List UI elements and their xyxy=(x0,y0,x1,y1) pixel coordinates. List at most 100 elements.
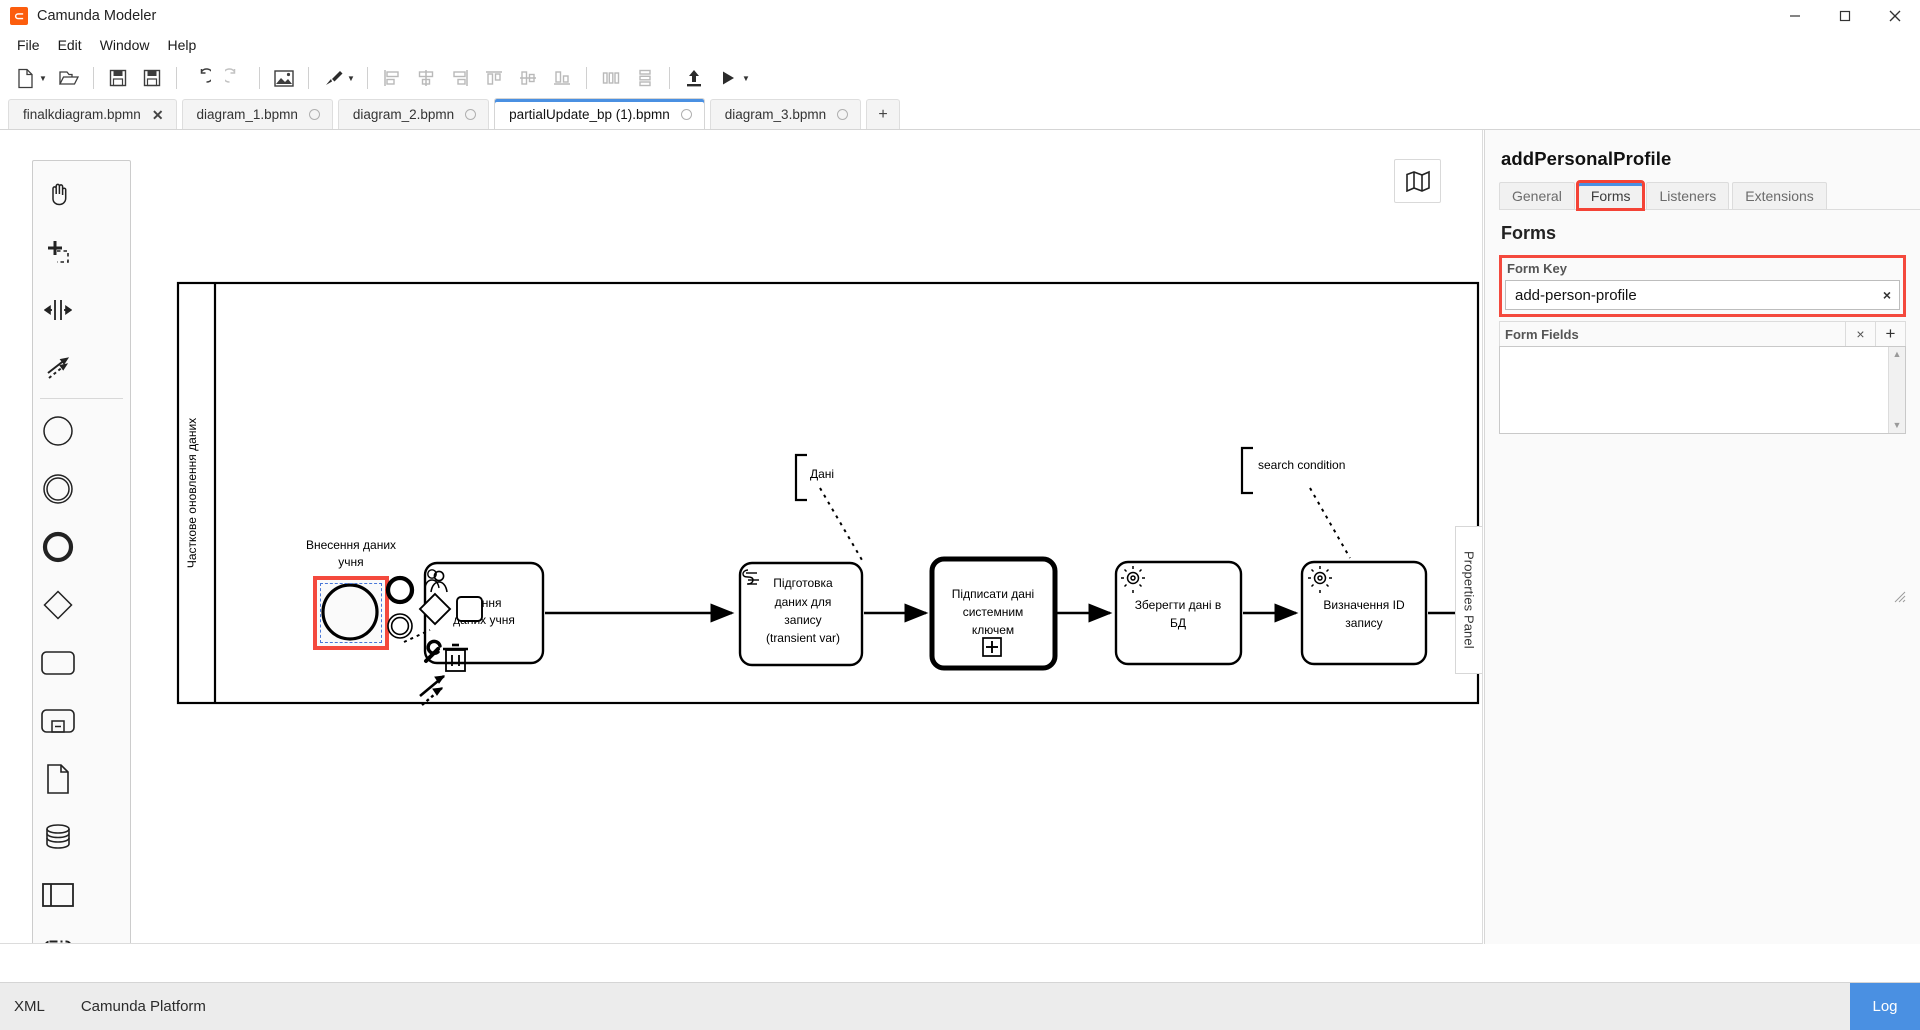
intermediate-event-icon[interactable] xyxy=(33,460,82,518)
service-task-save-label-2: БД xyxy=(1170,616,1186,630)
bpmn-canvas[interactable]: Часткове оновлення даних Внесення даних … xyxy=(0,130,1483,944)
subprocess-icon[interactable] xyxy=(33,692,82,750)
toolbar-separator xyxy=(669,67,670,89)
participant-icon[interactable] xyxy=(33,866,82,924)
camunda-logo-icon: ⊂ xyxy=(10,6,28,25)
tab-partialupdate-bp[interactable]: partialUpdate_bp (1).bpmn xyxy=(494,98,705,129)
xml-tab[interactable]: XML xyxy=(14,998,45,1015)
toolbar-separator xyxy=(367,67,368,89)
form-key-input[interactable]: add-person-profile × xyxy=(1505,280,1900,310)
unsaved-dot-icon[interactable] xyxy=(465,109,477,120)
properties-panel: addPersonalProfile General Forms Listene… xyxy=(1484,130,1920,944)
tab-finalkdiagram[interactable]: finalkdiagram.bpmn ✕ xyxy=(8,99,177,129)
close-icon[interactable] xyxy=(1870,0,1920,32)
deploy-upload-icon[interactable] xyxy=(677,62,711,94)
space-tool-icon[interactable] xyxy=(33,281,82,339)
remove-form-field-button[interactable]: × xyxy=(1845,322,1875,346)
save-icon[interactable] xyxy=(101,62,135,94)
toolbar: ▼ ▼ ▼ xyxy=(0,58,1920,98)
menu-item-help[interactable]: Help xyxy=(158,35,205,55)
align-top-icon[interactable] xyxy=(477,62,511,94)
align-left-icon[interactable] xyxy=(375,62,409,94)
lasso-tool-icon[interactable] xyxy=(33,223,82,281)
data-annotation-label: Дані xyxy=(810,467,834,481)
app-title: Camunda Modeler xyxy=(37,7,157,24)
toolbar-separator xyxy=(93,67,94,89)
tab-general[interactable]: General xyxy=(1499,182,1575,209)
work-area: Часткове оновлення даних Внесення даних … xyxy=(0,130,1920,975)
gateway-icon[interactable] xyxy=(33,576,82,634)
resize-handle-icon[interactable] xyxy=(1894,591,1906,603)
data-object-icon[interactable] xyxy=(33,750,82,808)
script-task-label-4: (transient var) xyxy=(766,631,840,645)
task-icon[interactable] xyxy=(33,634,82,692)
append-gateway-icon xyxy=(418,592,452,626)
tab-label: diagram_2.bpmn xyxy=(352,107,455,122)
align-middle-icon[interactable] xyxy=(511,62,545,94)
align-center-icon[interactable] xyxy=(409,62,443,94)
add-form-field-button[interactable]: + xyxy=(1875,322,1905,346)
tab-diagram-2[interactable]: diagram_2.bpmn xyxy=(337,99,490,129)
unsaved-dot-icon[interactable] xyxy=(680,108,692,120)
tab-listeners[interactable]: Listeners xyxy=(1646,182,1730,209)
tab-label: partialUpdate_bp (1).bpmn xyxy=(509,106,670,122)
minimap-toggle-button[interactable] xyxy=(1394,159,1441,203)
global-connect-tool-icon[interactable] xyxy=(33,339,82,397)
form-key-group: Form Key add-person-profile × xyxy=(1499,255,1906,317)
bpmn-diagram[interactable]: Часткове оновлення даних Внесення даних … xyxy=(0,130,1483,944)
new-tab-button[interactable]: + xyxy=(866,99,901,129)
service-task-save-label-1: Зберегти дані в xyxy=(1135,598,1222,612)
service-task-id[interactable] xyxy=(1300,560,1428,666)
start-event-icon[interactable] xyxy=(33,402,82,460)
window-controls xyxy=(1770,0,1920,32)
menu-item-file[interactable]: File xyxy=(8,35,49,55)
context-pad[interactable] xyxy=(382,564,532,744)
scroll-up-icon[interactable]: ▲ xyxy=(1893,350,1902,359)
open-folder-icon[interactable] xyxy=(52,62,86,94)
distribute-vertical-icon[interactable] xyxy=(628,62,662,94)
scroll-down-icon[interactable]: ▼ xyxy=(1893,421,1902,430)
minimize-icon[interactable] xyxy=(1770,0,1820,32)
menu-item-edit[interactable]: Edit xyxy=(49,35,91,55)
distribute-horizontal-icon[interactable] xyxy=(594,62,628,94)
start-event-label-1: Внесення даних xyxy=(306,538,396,552)
close-icon[interactable]: ✕ xyxy=(152,108,164,122)
align-right-icon[interactable] xyxy=(443,62,477,94)
form-fields-label: Form Fields xyxy=(1505,326,1579,342)
align-bottom-icon[interactable] xyxy=(545,62,579,94)
append-task-icon xyxy=(456,596,483,622)
tab-extensions[interactable]: Extensions xyxy=(1732,182,1827,209)
save-as-icon[interactable] xyxy=(135,62,169,94)
menu-item-window[interactable]: Window xyxy=(91,35,159,55)
tab-diagram-1[interactable]: diagram_1.bpmn xyxy=(181,99,333,129)
group-icon[interactable] xyxy=(33,924,82,943)
toolbar-separator xyxy=(259,67,260,89)
append-user-task-icon xyxy=(430,570,448,593)
palette-divider xyxy=(40,398,123,399)
unsaved-dot-icon[interactable] xyxy=(308,109,320,120)
maximize-icon[interactable] xyxy=(1820,0,1870,32)
script-task-label-2: даних для xyxy=(775,595,832,609)
form-fields-scrollbar[interactable]: ▲ ▼ xyxy=(1888,347,1905,433)
form-fields-list-body[interactable] xyxy=(1500,347,1888,433)
hand-tool-icon[interactable] xyxy=(33,165,82,223)
redo-icon[interactable] xyxy=(218,62,252,94)
tab-diagram-3[interactable]: diagram_3.bpmn xyxy=(709,99,862,129)
menu-bar: File Edit Window Help xyxy=(0,32,1920,58)
clear-icon[interactable]: × xyxy=(1883,287,1891,303)
undo-icon[interactable] xyxy=(184,62,218,94)
properties-panel-toggle[interactable]: Properties Panel xyxy=(1455,526,1482,674)
form-fields-list[interactable]: ▲ ▼ xyxy=(1499,346,1906,434)
unsaved-dot-icon[interactable] xyxy=(837,109,849,120)
bpmn-palette[interactable] xyxy=(32,160,131,943)
log-button[interactable]: Log xyxy=(1850,982,1920,1030)
image-icon[interactable] xyxy=(267,62,301,94)
new-file-caret-icon[interactable]: ▼ xyxy=(36,62,50,94)
data-store-icon[interactable] xyxy=(33,808,82,866)
end-event-icon[interactable] xyxy=(33,518,82,576)
wrench-icon xyxy=(424,639,442,663)
call-activity-label-1: Підписати дані xyxy=(952,587,1034,601)
tab-forms[interactable]: Forms xyxy=(1575,180,1646,211)
brush-caret-icon[interactable]: ▼ xyxy=(344,62,358,94)
play-caret-icon[interactable]: ▼ xyxy=(739,62,753,94)
